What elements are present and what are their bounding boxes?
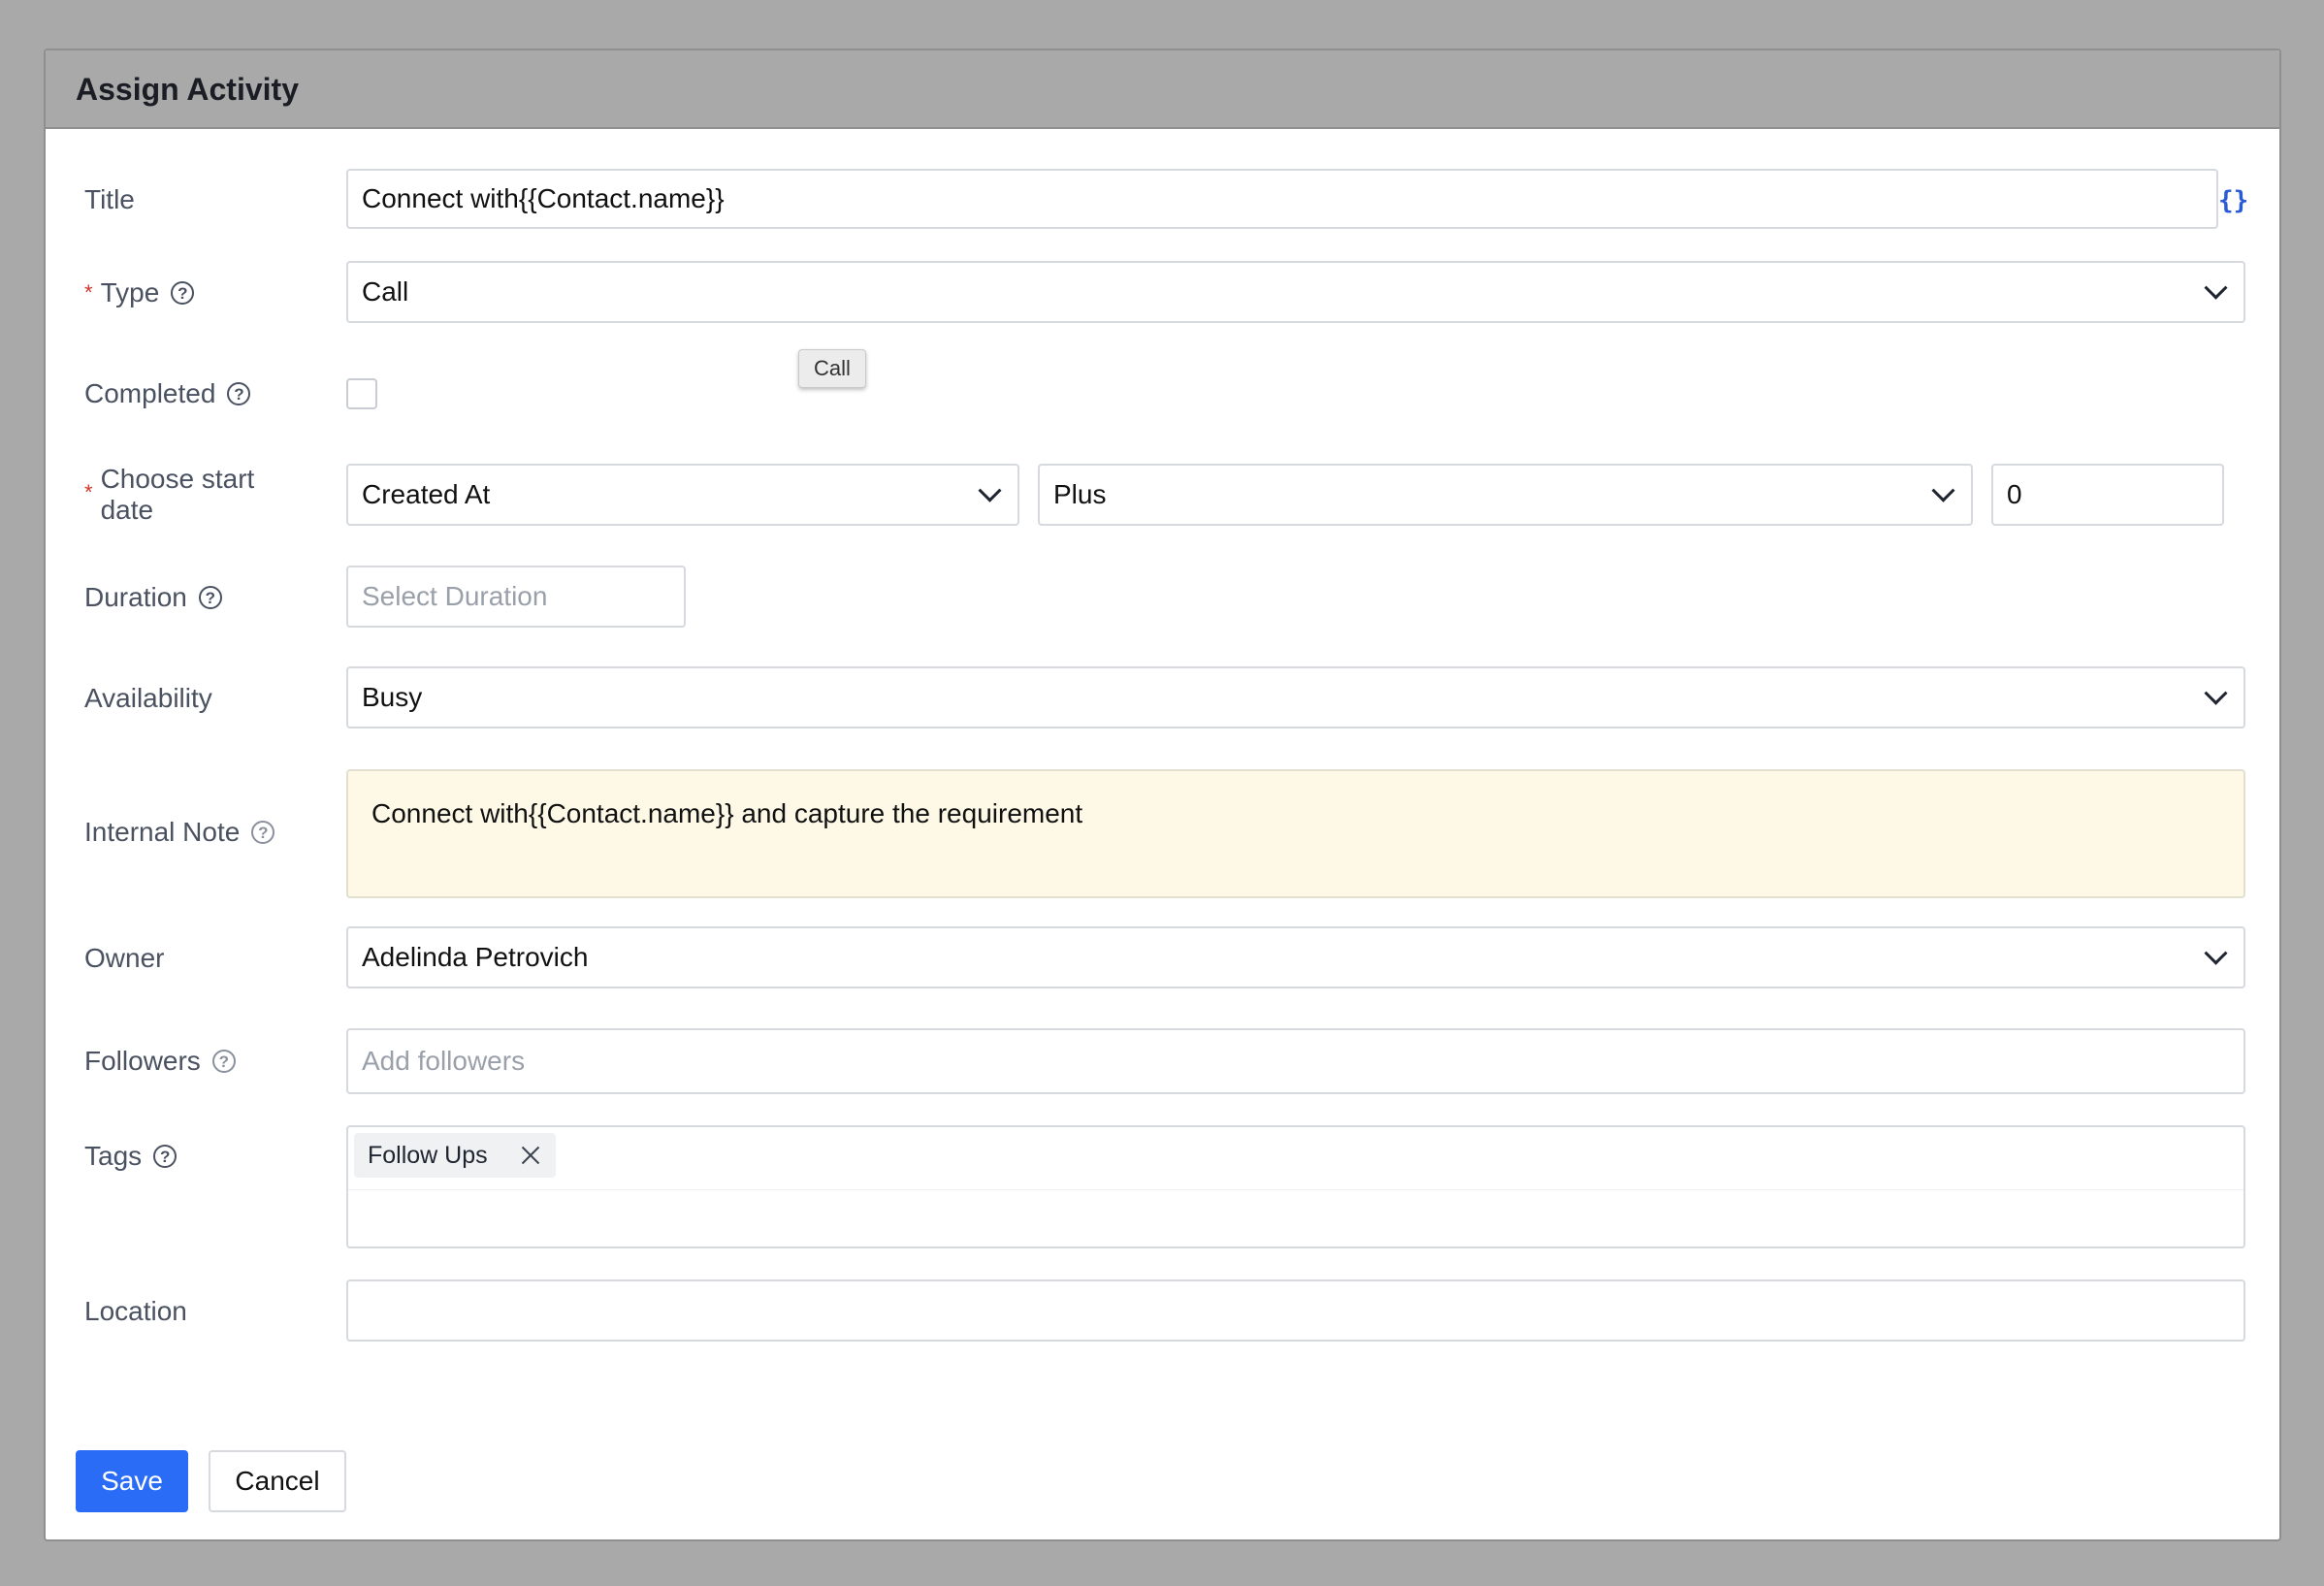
completed-label: Completed?: [84, 378, 251, 409]
availability-label: Availability: [84, 683, 212, 714]
required-asterisk: *: [84, 280, 93, 305]
help-icon[interactable]: ?: [227, 382, 251, 405]
insert-variable-icon[interactable]: {}: [2218, 186, 2248, 215]
start-offset-input[interactable]: 0: [1991, 464, 2224, 526]
type-select[interactable]: Call: [346, 261, 2245, 323]
type-label-text: Type: [100, 277, 160, 307]
chevron-down-icon: [978, 478, 1002, 502]
dialog-title: Assign Activity: [76, 72, 299, 107]
followers-label: Followers?: [84, 1046, 236, 1077]
help-icon[interactable]: ?: [171, 281, 195, 305]
type-label: * Type?: [84, 277, 195, 308]
type-select-value: Call: [362, 276, 409, 307]
start-date-label: * Choose start date: [84, 464, 254, 526]
close-icon[interactable]: [521, 1146, 540, 1165]
chevron-down-icon: [1931, 478, 1955, 502]
owner-label: Owner: [84, 943, 164, 974]
assign-activity-dialog: Assign Activity Title Connect with{{Cont…: [44, 49, 2281, 1541]
tags-label: Tags?: [84, 1141, 178, 1172]
location-label-text: Location: [84, 1296, 187, 1326]
type-tooltip: Call: [798, 349, 866, 388]
title-input[interactable]: Connect with{{Contact.name}}: [346, 169, 2218, 229]
duration-input[interactable]: Select Duration: [346, 566, 686, 628]
start-basis-value: Created At: [362, 479, 491, 509]
availability-select-value: Busy: [362, 682, 423, 712]
availability-select[interactable]: Busy: [346, 666, 2245, 728]
chevron-down-icon: [2204, 681, 2228, 705]
help-icon[interactable]: ?: [251, 821, 275, 844]
help-icon[interactable]: ?: [211, 1050, 236, 1073]
cancel-button[interactable]: Cancel: [209, 1450, 346, 1512]
start-operator-value: Plus: [1053, 479, 1107, 509]
save-button[interactable]: Save: [76, 1450, 188, 1512]
start-offset-value: 0: [2007, 479, 2022, 509]
start-date-label-line2: date: [100, 495, 154, 525]
owner-label-text: Owner: [84, 943, 165, 973]
start-date-label-text: Choose start date: [101, 464, 255, 526]
internal-note-label-text: Internal Note: [84, 817, 241, 847]
followers-placeholder: Add followers: [362, 1046, 526, 1076]
title-input-value: Connect with{{Contact.name}}: [362, 183, 725, 213]
internal-note-value: Connect with{{Contact.name}} and capture…: [371, 798, 1083, 828]
tags-input[interactable]: Follow Ups: [346, 1125, 2245, 1248]
duration-placeholder: Select Duration: [362, 581, 548, 611]
tag-chip-label: Follow Ups: [368, 1141, 488, 1169]
title-label-text: Title: [84, 184, 135, 214]
tag-chip: Follow Ups: [354, 1133, 556, 1178]
dialog-header: Assign Activity: [46, 50, 2279, 129]
tags-label-text: Tags: [84, 1141, 143, 1171]
owner-select-value: Adelinda Petrovich: [362, 942, 589, 972]
chevron-down-icon: [2204, 275, 2228, 300]
location-label: Location: [84, 1296, 187, 1327]
availability-label-text: Availability: [84, 683, 212, 713]
internal-note-label: Internal Note?: [84, 817, 275, 848]
start-date-label-line1: Choose start: [100, 464, 255, 494]
location-input[interactable]: [346, 1279, 2245, 1342]
internal-note-textarea[interactable]: Connect with{{Contact.name}} and capture…: [346, 769, 2245, 898]
help-icon[interactable]: ?: [153, 1145, 178, 1168]
chevron-down-icon: [2204, 941, 2228, 965]
duration-label-text: Duration: [84, 582, 187, 612]
duration-label: Duration?: [84, 582, 222, 613]
title-label: Title: [84, 184, 135, 215]
start-basis-select[interactable]: Created At: [346, 464, 1019, 526]
help-icon[interactable]: ?: [198, 586, 222, 609]
completed-checkbox[interactable]: [346, 378, 377, 409]
required-asterisk: *: [84, 480, 93, 504]
followers-label-text: Followers: [84, 1046, 201, 1076]
completed-label-text: Completed: [84, 378, 216, 408]
start-operator-select[interactable]: Plus: [1038, 464, 1973, 526]
tags-divider: [348, 1189, 2243, 1190]
owner-select[interactable]: Adelinda Petrovich: [346, 926, 2245, 988]
followers-input[interactable]: Add followers: [346, 1028, 2245, 1094]
